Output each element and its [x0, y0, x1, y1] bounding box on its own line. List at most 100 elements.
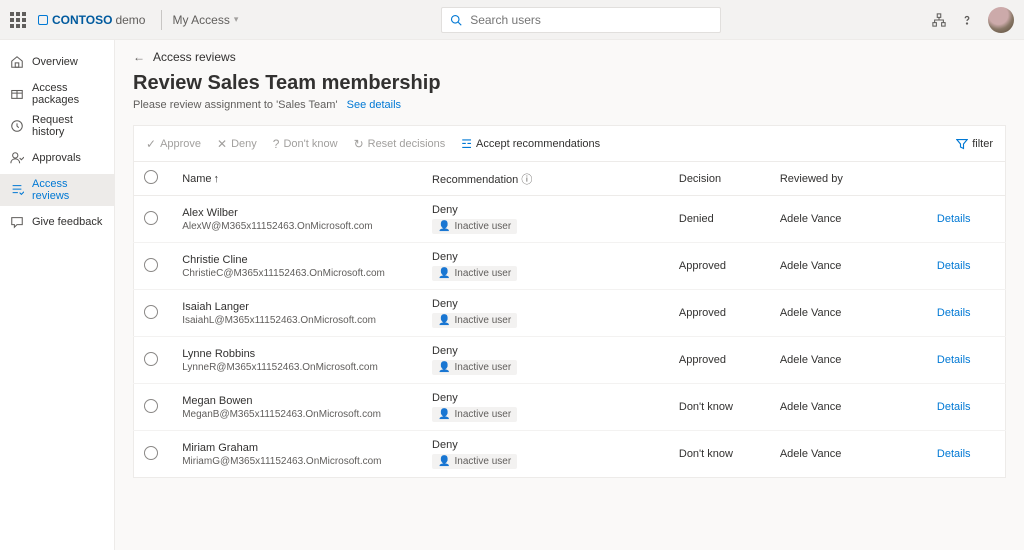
- help-icon[interactable]: [960, 13, 974, 27]
- recommendation-value: Deny: [432, 439, 659, 451]
- inactive-user-tag: 👤Inactive user: [432, 360, 517, 375]
- recommendation-header: Recommendation ⓘ: [422, 162, 669, 196]
- inactive-user-tag: 👤Inactive user: [432, 266, 517, 281]
- info-icon[interactable]: ⓘ: [521, 174, 532, 186]
- dont-know-button[interactable]: ?Don't know: [273, 137, 338, 151]
- see-details-link[interactable]: See details: [347, 99, 401, 111]
- sidebar-item-label: Give feedback: [32, 216, 102, 228]
- search-input[interactable]: [468, 12, 712, 28]
- decision-cell: Denied: [669, 196, 770, 243]
- sidebar-item-access-reviews[interactable]: Access reviews: [0, 174, 114, 206]
- details-link[interactable]: Details: [937, 307, 971, 319]
- recommendation-value: Deny: [432, 204, 659, 216]
- user-name: Lynne Robbins: [182, 348, 412, 360]
- decision-cell: Approved: [669, 337, 770, 384]
- user-name: Isaiah Langer: [182, 301, 412, 313]
- command-bar: ✓Approve ✕Deny ?Don't know ↻Reset decisi…: [133, 125, 1006, 161]
- sidebar-item-request-history[interactable]: Request history: [0, 110, 114, 142]
- page-title: Review Sales Team membership: [133, 72, 1006, 95]
- app-launcher-icon[interactable]: [10, 12, 26, 28]
- user-name: Alex Wilber: [182, 207, 412, 219]
- user-email: LynneR@M365x11152463.OnMicrosoft.com: [182, 362, 412, 373]
- main-content: ← Access reviews Review Sales Team membe…: [115, 40, 1024, 550]
- filter-button[interactable]: filter: [956, 138, 993, 150]
- user-email: ChristieC@M365x11152463.OnMicrosoft.com: [182, 268, 412, 279]
- row-select-radio[interactable]: [144, 258, 158, 272]
- brand-logo-icon: [38, 15, 48, 25]
- page-subtitle: Please review assignment to 'Sales Team'…: [133, 99, 1006, 111]
- decision-header: Decision: [669, 162, 770, 196]
- app-dropdown-label: My Access: [172, 13, 229, 27]
- accept-recommendations-button[interactable]: ☲Accept recommendations: [461, 137, 600, 151]
- row-select-radio[interactable]: [144, 305, 158, 319]
- reviewer-cell: Adele Vance: [770, 196, 927, 243]
- subtitle-text: Please review assignment to 'Sales Team': [133, 99, 338, 111]
- table-row: Isaiah Langer IsaiahL@M365x11152463.OnMic…: [134, 290, 1006, 337]
- user-name: Megan Bowen: [182, 395, 412, 407]
- sort-up-icon: ↑: [214, 173, 220, 185]
- sidebar-item-overview[interactable]: Overview: [0, 46, 114, 78]
- details-link[interactable]: Details: [937, 401, 971, 413]
- reset-icon: ↻: [354, 137, 364, 151]
- reviewer-cell: Adele Vance: [770, 431, 927, 478]
- sidebar-item-give-feedback[interactable]: Give feedback: [0, 206, 114, 238]
- brand-name: CONTOSO: [52, 13, 112, 27]
- deny-button[interactable]: ✕Deny: [217, 137, 257, 151]
- select-all-header[interactable]: [134, 162, 173, 196]
- sidebar: Overview Access packages Request history Ap…: [0, 40, 115, 550]
- user-off-icon: 👤: [438, 221, 450, 232]
- brand[interactable]: CONTOSO demo: [38, 13, 145, 27]
- radio-icon: [144, 170, 158, 184]
- row-select-radio[interactable]: [144, 211, 158, 225]
- search-icon: [450, 14, 462, 26]
- search-box[interactable]: [441, 7, 721, 33]
- inactive-user-tag: 👤Inactive user: [432, 219, 517, 234]
- row-select-radio[interactable]: [144, 352, 158, 366]
- sidebar-item-access-packages[interactable]: Access packages: [0, 78, 114, 110]
- home-icon: [10, 55, 24, 69]
- approve-button[interactable]: ✓Approve: [146, 137, 201, 151]
- table-row: Alex Wilber AlexW@M365x11152463.OnMicroso…: [134, 196, 1006, 243]
- question-icon: ?: [273, 137, 280, 151]
- details-link[interactable]: Details: [937, 260, 971, 272]
- app-dropdown[interactable]: My Access ▾: [172, 13, 238, 27]
- sidebar-item-label: Overview: [32, 56, 78, 68]
- back-arrow-icon[interactable]: ←: [133, 50, 145, 64]
- reset-decisions-button[interactable]: ↻Reset decisions: [354, 137, 446, 151]
- user-off-icon: 👤: [438, 409, 450, 420]
- inactive-user-tag: 👤Inactive user: [432, 454, 517, 469]
- details-link[interactable]: Details: [937, 448, 971, 460]
- package-icon: [10, 87, 24, 101]
- review-table: Name↑ Recommendation ⓘ Decision Reviewed…: [133, 161, 1006, 478]
- table-row: Christie Cline ChristieC@M365x11152463.On…: [134, 243, 1006, 290]
- reviewer-cell: Adele Vance: [770, 337, 927, 384]
- sidebar-item-approvals[interactable]: Approvals: [0, 142, 114, 174]
- user-name: Miriam Graham: [182, 442, 412, 454]
- user-email: IsaiahL@M365x11152463.OnMicrosoft.com: [182, 315, 412, 326]
- inactive-user-tag: 👤Inactive user: [432, 407, 517, 422]
- breadcrumb: ← Access reviews: [133, 50, 1006, 64]
- reviewer-cell: Adele Vance: [770, 243, 927, 290]
- feedback-icon: [10, 215, 24, 229]
- history-icon: [10, 119, 24, 133]
- user-name: Christie Cline: [182, 254, 412, 266]
- chevron-down-icon: ▾: [234, 14, 239, 25]
- user-email: MiriamG@M365x11152463.OnMicrosoft.com: [182, 456, 412, 467]
- reviewer-cell: Adele Vance: [770, 384, 927, 431]
- table-row: Megan BowenMeganB@M365x11152463.OnMicros…: [134, 384, 1006, 431]
- table-row: Miriam Graham MiriamG@M365x11152463.OnMic…: [134, 431, 1006, 478]
- inactive-user-tag: 👤Inactive user: [432, 313, 517, 328]
- check-icon: ✓: [146, 137, 156, 151]
- recommendation-value: Deny: [432, 298, 659, 310]
- name-header[interactable]: Name↑: [172, 162, 422, 196]
- row-select-radio[interactable]: [144, 399, 158, 413]
- details-link[interactable]: Details: [937, 354, 971, 366]
- user-email: AlexW@M365x11152463.OnMicrosoft.com: [182, 221, 412, 232]
- user-avatar[interactable]: [988, 7, 1014, 33]
- row-select-radio[interactable]: [144, 446, 158, 460]
- table-row: Lynne Robbins LynneR@M365x11152463.OnMicr…: [134, 337, 1006, 384]
- org-chart-icon[interactable]: [932, 13, 946, 27]
- sidebar-item-label: Approvals: [32, 152, 81, 164]
- sidebar-item-label: Access packages: [32, 82, 104, 106]
- details-link[interactable]: Details: [937, 213, 971, 225]
